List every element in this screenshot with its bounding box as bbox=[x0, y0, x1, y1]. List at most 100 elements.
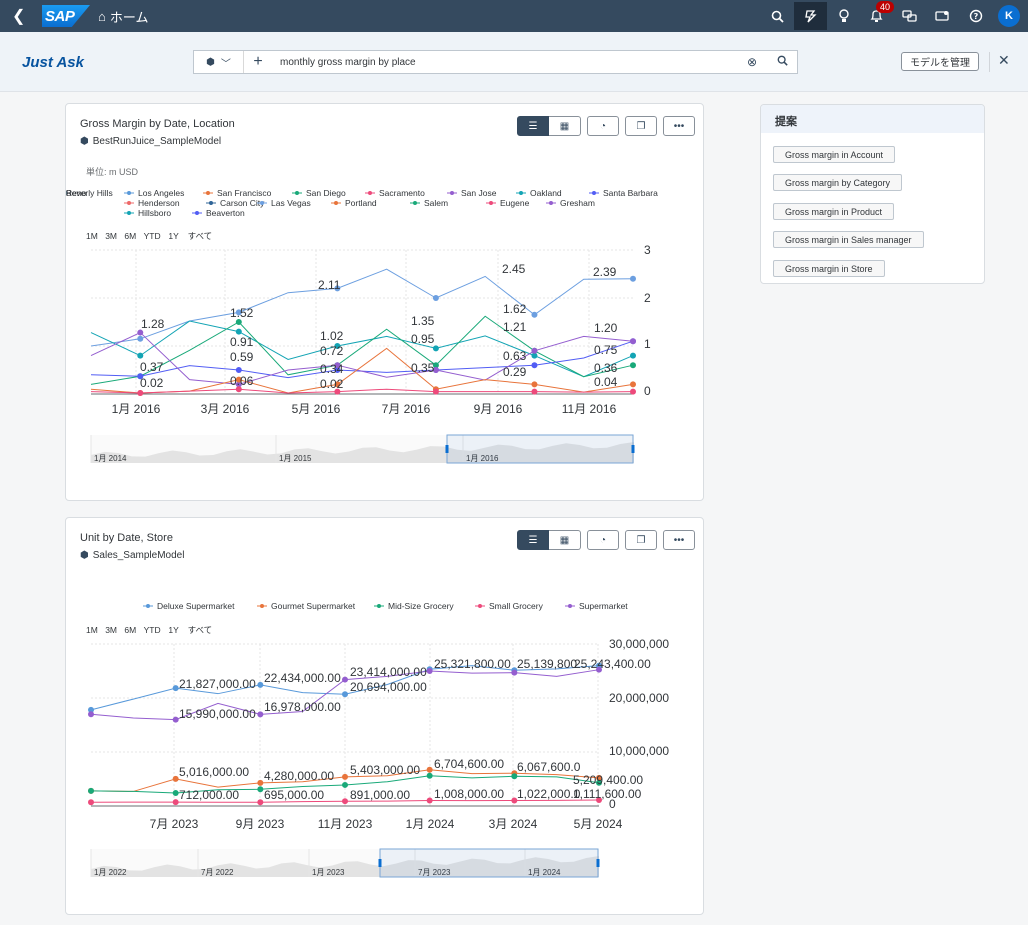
data-label: 5,209,400.00 bbox=[573, 773, 643, 787]
y-tick-label: 10,000,000 bbox=[609, 744, 669, 758]
gauge-icon[interactable]: ◔ bbox=[587, 116, 619, 136]
legend-entry: Salem bbox=[424, 198, 448, 208]
legend-entry: Deluxe Supermarket bbox=[157, 601, 235, 611]
legend-entry: Henderson bbox=[138, 198, 180, 208]
sap-logo[interactable]: SAP bbox=[42, 5, 90, 27]
navigator-handle-left[interactable] bbox=[378, 859, 382, 867]
data-label: 25,139,800 bbox=[517, 657, 577, 671]
legend-marker bbox=[450, 191, 454, 195]
data-point bbox=[531, 347, 538, 354]
data-label: 6,704,600.00 bbox=[434, 757, 504, 771]
suggestion-item[interactable]: Gross margin in Account bbox=[773, 146, 896, 163]
navigator-label: 1月 2022 bbox=[94, 868, 127, 877]
series-line bbox=[90, 388, 634, 394]
manage-models-button[interactable]: モデルを管理 bbox=[901, 52, 979, 71]
unit-label: 単位: m USD bbox=[86, 166, 139, 177]
data-label: 1.52 bbox=[230, 306, 254, 320]
back-icon[interactable]: ❮ bbox=[12, 6, 32, 26]
navigator-handle-right[interactable] bbox=[596, 859, 600, 867]
discussions-icon[interactable] bbox=[893, 2, 926, 30]
gauge-icon[interactable]: ◔ bbox=[587, 530, 619, 550]
model-name: ⬢ Sales_SampleModel bbox=[80, 550, 184, 561]
data-label: 0.02 bbox=[140, 376, 164, 390]
search-submit-icon[interactable] bbox=[767, 55, 797, 69]
legend-entry: Sacramento bbox=[379, 188, 425, 198]
data-point bbox=[342, 676, 348, 683]
range-button[interactable]: 6M bbox=[124, 625, 136, 635]
data-label: 5,016,000.00 bbox=[179, 765, 249, 779]
legend-marker bbox=[295, 191, 299, 195]
data-label: 2.45 bbox=[502, 262, 526, 276]
search-input[interactable]: monthly gross margin by place bbox=[272, 57, 737, 68]
range-button[interactable]: 1Y bbox=[168, 625, 179, 635]
data-point bbox=[235, 328, 242, 335]
legend-marker bbox=[209, 201, 213, 205]
home-link[interactable]: ⌂ ホーム bbox=[98, 7, 148, 26]
page-title: Just Ask bbox=[22, 54, 84, 71]
data-point bbox=[172, 716, 179, 723]
data-point bbox=[630, 275, 636, 282]
notifications-icon[interactable]: 40 bbox=[860, 1, 895, 30]
range-button[interactable]: YTD bbox=[144, 625, 161, 635]
model-selector[interactable]: ⬢ ﹀ bbox=[194, 51, 244, 73]
range-button[interactable]: 3M bbox=[105, 625, 117, 635]
table-view-button[interactable]: ▦ bbox=[549, 116, 581, 136]
legend-entry: Oakland bbox=[530, 188, 562, 198]
data-label: 0.63 bbox=[503, 349, 527, 363]
legend-entry: Eugene bbox=[500, 198, 530, 208]
clear-icon[interactable]: ⊗ bbox=[737, 55, 767, 69]
legend-marker bbox=[206, 191, 210, 195]
avatar[interactable]: K bbox=[998, 5, 1020, 27]
data-label: 23,414,000.00 bbox=[350, 665, 427, 679]
help-icon[interactable]: ? bbox=[959, 2, 992, 30]
data-point bbox=[137, 352, 144, 359]
search-icon[interactable] bbox=[761, 2, 794, 30]
x-tick-label: 9月 2016 bbox=[474, 402, 523, 416]
more-icon[interactable]: ••• bbox=[663, 530, 695, 550]
feedback-icon[interactable] bbox=[926, 2, 959, 30]
data-label: 0.35 bbox=[411, 361, 435, 375]
suggestion-item[interactable]: Gross margin by Category bbox=[773, 174, 903, 191]
range-button[interactable]: すべて bbox=[188, 625, 213, 635]
data-point bbox=[342, 798, 348, 805]
data-label: 891,000.00 bbox=[350, 788, 410, 802]
chart-view-button[interactable]: ☰ bbox=[517, 116, 549, 136]
range-button[interactable]: 1M bbox=[86, 625, 98, 635]
navigator-label: 1月 2015 bbox=[279, 454, 312, 463]
data-point bbox=[531, 362, 538, 369]
data-label: 0.34 bbox=[320, 362, 344, 376]
navigator-selection[interactable] bbox=[379, 848, 599, 878]
card-toolbar: ☰ ▦ ◔ ❐ ••• bbox=[517, 116, 695, 136]
navigator-handle-left[interactable] bbox=[445, 445, 449, 453]
range-button[interactable]: 1M bbox=[86, 231, 98, 241]
suggestion-item[interactable]: Gross margin in Sales manager bbox=[773, 231, 924, 248]
legend-marker bbox=[334, 201, 338, 205]
legend-entry: Las Vegas bbox=[271, 198, 311, 208]
navigator-handle-right[interactable] bbox=[631, 445, 635, 453]
legend-marker bbox=[478, 604, 482, 608]
suggestion-item[interactable]: Gross margin in Store bbox=[773, 260, 885, 277]
add-icon[interactable]: + bbox=[244, 53, 272, 71]
copy-icon[interactable]: ❐ bbox=[625, 116, 657, 136]
just-ask-icon[interactable] bbox=[794, 2, 827, 30]
range-button[interactable]: YTD bbox=[144, 231, 161, 241]
data-label: 0.72 bbox=[320, 344, 344, 358]
more-icon[interactable]: ••• bbox=[663, 116, 695, 136]
suggestion-item[interactable]: Gross margin in Product bbox=[773, 203, 895, 220]
chart-view-button[interactable]: ☰ bbox=[517, 530, 549, 550]
range-button[interactable]: すべて bbox=[188, 231, 213, 241]
range-button[interactable]: 6M bbox=[124, 231, 136, 241]
legend-marker bbox=[146, 604, 150, 608]
range-button[interactable]: 1Y bbox=[168, 231, 179, 241]
data-label: 1.20 bbox=[594, 321, 618, 335]
close-icon[interactable]: ✕ bbox=[998, 52, 1010, 69]
range-button[interactable]: 3M bbox=[105, 231, 117, 241]
table-view-button[interactable]: ▦ bbox=[549, 530, 581, 550]
data-label: 0.06 bbox=[230, 374, 254, 388]
lightbulb-icon[interactable] bbox=[827, 2, 860, 30]
model-name-text: BestRunJuice_SampleModel bbox=[92, 136, 222, 147]
series-line bbox=[90, 320, 634, 378]
navigator-selection[interactable] bbox=[446, 434, 634, 464]
shell-bar: ❮ SAP ⌂ ホーム 40 ? K bbox=[0, 0, 1028, 32]
copy-icon[interactable]: ❐ bbox=[625, 530, 657, 550]
